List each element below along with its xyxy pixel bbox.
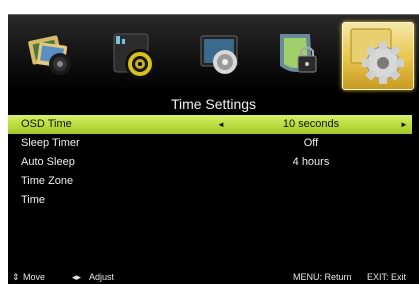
right-arrow-icon[interactable]: ► [400, 115, 408, 134]
menu-item-auto-sleep[interactable]: Auto Sleep 4 hours [8, 153, 412, 172]
setup-gear-menu-icon[interactable] [342, 22, 414, 90]
move-hint: Move [23, 272, 46, 282]
menu-item-label: Auto Sleep [21, 156, 75, 168]
menu-item-label: Sleep Timer [21, 137, 80, 149]
time-settings-menu: OSD Time ◄ 10 seconds ► Sleep Timer Off … [8, 115, 412, 210]
left-right-arrows-icon: ◂▸ [72, 272, 82, 282]
picture-menu-icon[interactable] [24, 26, 76, 84]
tv-osd-screen: Time Settings OSD Time ◄ 10 seconds ► Sl… [8, 14, 419, 284]
menu-item-value: 10 seconds [282, 118, 340, 130]
adjust-hint: Adjust [89, 272, 115, 282]
menu-item-label: Time Zone [21, 175, 74, 187]
menu-icon-bar [8, 14, 419, 94]
menu-item-label: Time [21, 194, 46, 206]
channel-menu-icon[interactable] [193, 26, 247, 84]
menu-item-time-zone[interactable]: Time Zone [8, 172, 412, 191]
menu-item-label: OSD Time [21, 118, 72, 130]
menu-item-value: 4 hours [292, 156, 330, 168]
exit-hint: EXIT: Exit [367, 272, 407, 282]
menu-item-value: Off [303, 137, 319, 149]
menu-item-osd-time[interactable]: OSD Time ◄ 10 seconds ► [8, 115, 412, 134]
left-arrow-icon[interactable]: ◄ [217, 115, 225, 134]
menu-item-time[interactable]: Time [8, 191, 412, 210]
screen-title: Time Settings [170, 96, 257, 112]
up-down-arrows-icon: ⇕ [12, 272, 20, 282]
footer-hints: ⇕ Move ◂▸ Adjust MENU: Return EXIT: Exit [8, 270, 419, 284]
lock-menu-icon[interactable] [270, 26, 324, 84]
menu-item-sleep-timer[interactable]: Sleep Timer Off [8, 134, 412, 153]
sound-menu-icon[interactable] [106, 26, 160, 84]
menu-return-hint: MENU: Return [293, 272, 352, 282]
